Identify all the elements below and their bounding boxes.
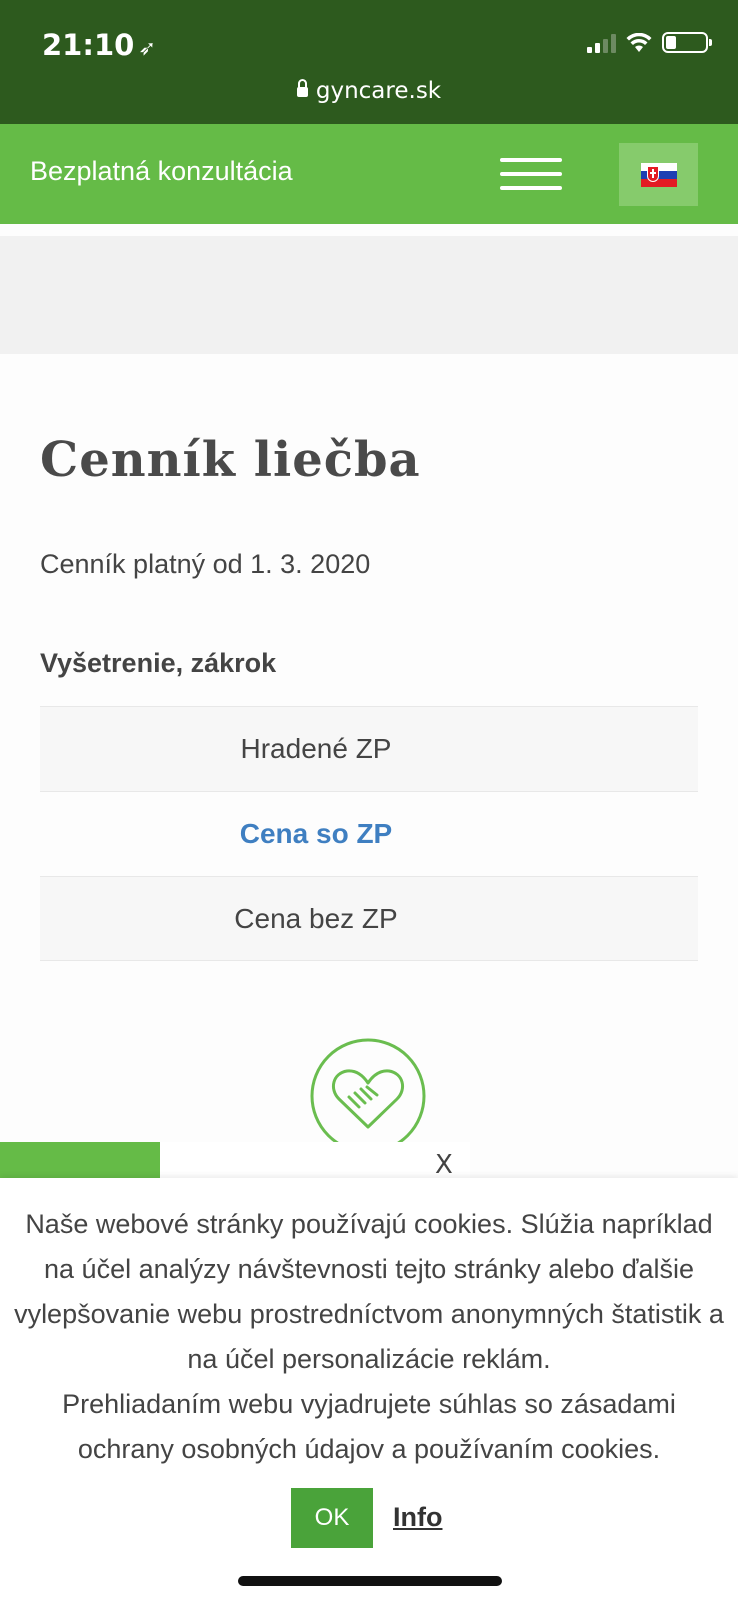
slovak-flag-icon xyxy=(640,162,677,187)
popup-peek xyxy=(160,1142,470,1182)
page-title: Cenník liečba xyxy=(40,432,421,488)
table-row: Cena bez ZP xyxy=(40,876,698,961)
signal-icon xyxy=(587,33,616,53)
status-bar: 21:10 ➶ gyncare.sk xyxy=(0,0,738,124)
cookie-ok-button[interactable]: OK xyxy=(291,1488,373,1548)
cookie-text-primary: Naše webové stránky používajú cookies. S… xyxy=(14,1209,724,1374)
free-consultation-link[interactable]: Bezplatná konzultácia xyxy=(30,156,293,187)
exam-label: Vyšetrenie, zákrok xyxy=(40,648,277,678)
hamburger-icon[interactable] xyxy=(500,158,562,190)
price-validity: Cenník platný od 1. 3. 2020 xyxy=(40,549,371,579)
cookie-banner: Naše webové stránky používajú cookies. S… xyxy=(0,1178,738,1600)
popup-close-button[interactable]: X xyxy=(435,1150,453,1180)
top-navigation: Bezplatná konzultácia xyxy=(0,124,738,224)
price-table: Hradené ZP Cena so ZP Cena bez ZP xyxy=(40,706,698,961)
side-tab[interactable] xyxy=(0,1142,160,1182)
cookie-text: Naše webové stránky používajú cookies. S… xyxy=(14,1202,724,1472)
row-label: Cena so ZP xyxy=(239,818,393,849)
wifi-icon xyxy=(626,32,652,52)
lock-icon xyxy=(296,79,308,97)
cookie-text-consent: Prehliadaním webu vyjadrujete súhlas so … xyxy=(62,1389,676,1464)
row-label: Cena bez ZP xyxy=(234,902,398,934)
table-row: Hradené ZP xyxy=(40,706,698,791)
location-arrow-icon: ➶ xyxy=(138,36,156,60)
row-label: Hradené ZP xyxy=(240,733,392,764)
battery-icon xyxy=(662,32,712,53)
table-row: Cena so ZP xyxy=(40,791,698,876)
cookie-info-link[interactable]: Info xyxy=(393,1502,442,1533)
url-text: gyncare.sk xyxy=(315,78,442,104)
status-icons xyxy=(587,32,712,53)
time-label: 21:10 xyxy=(42,28,135,62)
banner-placeholder xyxy=(0,236,738,354)
language-switch-button[interactable] xyxy=(619,143,698,206)
handshake-heart-icon xyxy=(310,1038,426,1154)
url-bar[interactable]: gyncare.sk xyxy=(0,78,738,104)
status-time: 21:10 ➶ xyxy=(42,28,156,62)
home-indicator[interactable] xyxy=(238,1576,502,1586)
